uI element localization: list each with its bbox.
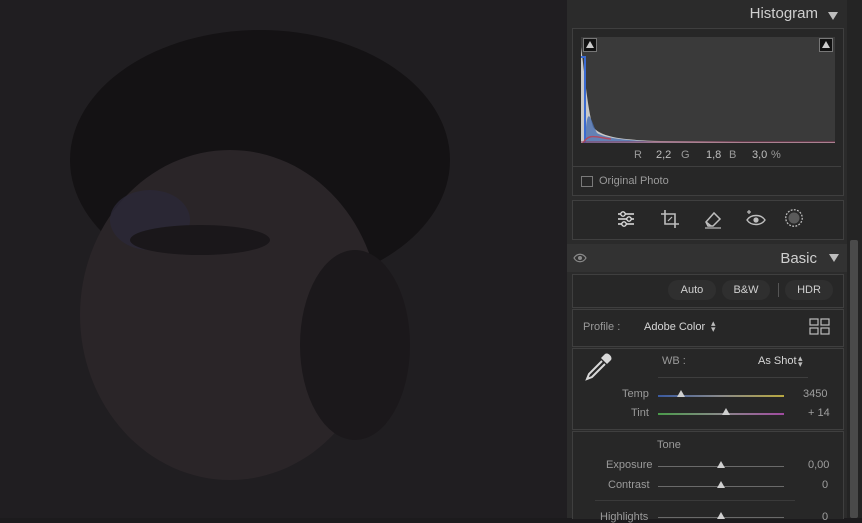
auto-button[interactable]: Auto bbox=[668, 280, 716, 300]
panel-scrollbar[interactable] bbox=[847, 0, 862, 518]
bw-button[interactable]: B&W bbox=[722, 280, 770, 300]
photo-eye-region bbox=[130, 225, 270, 255]
tint-slider-thumb[interactable] bbox=[722, 408, 730, 415]
visibility-eye-icon[interactable] bbox=[573, 253, 587, 263]
g-label: G bbox=[681, 149, 690, 161]
temp-slider-thumb[interactable] bbox=[677, 390, 685, 397]
eraser-icon[interactable] bbox=[702, 208, 724, 230]
divider bbox=[573, 166, 841, 167]
highlights-label: Highlights bbox=[600, 511, 649, 523]
exposure-value[interactable]: 0,00 bbox=[808, 459, 829, 471]
temp-label: Temp bbox=[622, 388, 649, 400]
percent-label: % bbox=[771, 149, 781, 161]
r-value: 2,2 bbox=[656, 149, 672, 161]
tint-label: Tint bbox=[631, 407, 649, 419]
updown-chevron-icon[interactable]: ▴ ▾ bbox=[798, 354, 803, 369]
hdr-button[interactable]: HDR bbox=[785, 280, 833, 300]
histogram-header[interactable]: Histogram bbox=[572, 4, 842, 26]
divider bbox=[595, 500, 795, 501]
shadow-clipping-icon[interactable] bbox=[583, 38, 597, 52]
masking-icon[interactable] bbox=[783, 207, 805, 229]
b-label: B bbox=[729, 149, 737, 161]
profile-label: Profile : bbox=[583, 321, 621, 333]
contrast-value[interactable]: 0 bbox=[822, 479, 828, 491]
exposure-label: Exposure bbox=[606, 459, 653, 471]
updown-chevron-icon[interactable]: ▴ ▾ bbox=[711, 319, 716, 334]
divider bbox=[658, 377, 808, 378]
wb-label: WB : bbox=[662, 355, 686, 367]
highlight-clipping-icon[interactable] bbox=[819, 38, 833, 52]
temp-value[interactable]: 3450 bbox=[803, 388, 827, 400]
profile-select[interactable]: Adobe Color bbox=[644, 321, 705, 333]
sliders-icon[interactable] bbox=[615, 208, 637, 230]
contrast-label: Contrast bbox=[608, 479, 650, 491]
wb-select[interactable]: As Shot bbox=[758, 355, 797, 367]
original-photo-checkbox[interactable] bbox=[581, 176, 593, 187]
eyedropper-icon[interactable] bbox=[583, 351, 615, 383]
histogram-graph bbox=[581, 37, 835, 143]
crop-icon[interactable] bbox=[659, 208, 681, 230]
photo-ear-region bbox=[300, 250, 410, 440]
basic-header[interactable]: Basic bbox=[567, 244, 847, 272]
original-photo-label: Original Photo bbox=[599, 175, 669, 187]
b-value: 3,0 bbox=[752, 149, 768, 161]
divider bbox=[778, 283, 779, 297]
scrollbar-thumb[interactable] bbox=[850, 240, 858, 518]
red-eye-icon[interactable] bbox=[745, 208, 767, 230]
tint-value[interactable]: + 14 bbox=[808, 407, 830, 419]
g-value: 1,8 bbox=[706, 149, 722, 161]
profile-browser-grid-icon[interactable] bbox=[809, 318, 830, 335]
collapse-triangle-icon[interactable] bbox=[829, 254, 839, 262]
exposure-slider-thumb[interactable] bbox=[717, 461, 725, 468]
basic-title: Basic bbox=[780, 250, 817, 267]
tint-slider[interactable] bbox=[658, 413, 784, 415]
tone-section bbox=[572, 431, 844, 519]
highlights-value[interactable]: 0 bbox=[822, 511, 828, 523]
photo-preview[interactable] bbox=[0, 0, 567, 518]
tone-label: Tone bbox=[657, 439, 681, 451]
collapse-triangle-icon[interactable] bbox=[828, 12, 838, 20]
histogram-title: Histogram bbox=[749, 5, 818, 22]
r-label: R bbox=[634, 149, 642, 161]
contrast-slider-thumb[interactable] bbox=[717, 481, 725, 488]
